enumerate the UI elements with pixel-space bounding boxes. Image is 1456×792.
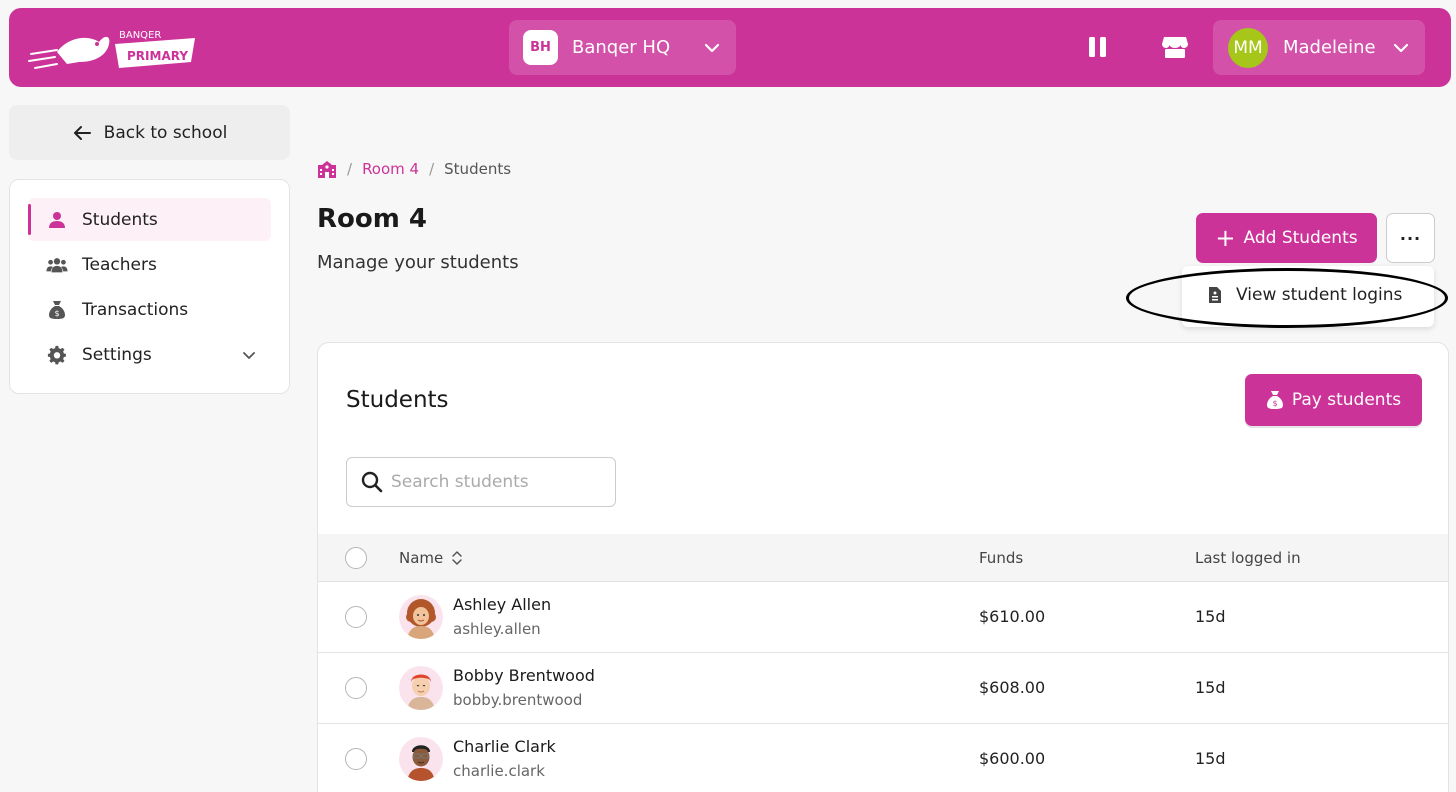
store-icon xyxy=(1162,37,1188,58)
page-title: Room 4 xyxy=(317,204,427,234)
student-funds: $610.00 xyxy=(979,607,1046,626)
back-label: Back to school xyxy=(103,122,228,143)
sort-icon xyxy=(452,551,463,565)
funds-column-header: Funds xyxy=(979,549,1024,567)
student-last-login: 15d xyxy=(1195,749,1226,768)
sidebar-item-label: Teachers xyxy=(82,254,157,275)
user-menu[interactable]: MM Madeleine xyxy=(1213,20,1425,75)
more-options-button[interactable]: ··· xyxy=(1386,213,1435,263)
back-to-school-button[interactable]: Back to school xyxy=(9,105,290,160)
student-name: Ashley Allen xyxy=(453,595,552,614)
menu-item-label: View student logins xyxy=(1236,285,1403,305)
svg-text:PRIMARY: PRIMARY xyxy=(127,49,188,63)
sidebar-item-label: Students xyxy=(82,209,158,230)
chevron-down-icon xyxy=(1393,43,1409,52)
student-username: ashley.allen xyxy=(453,620,541,638)
top-bar: BANQER PRIMARY BH Banqer HQ MM Madeleine xyxy=(9,8,1451,87)
avatar xyxy=(399,595,443,639)
card-title: Students xyxy=(346,387,449,413)
pause-button[interactable] xyxy=(1083,32,1113,62)
ellipsis-icon: ··· xyxy=(1399,228,1422,248)
avatar: MM xyxy=(1228,27,1268,68)
sidebar-item-teachers[interactable]: Teachers xyxy=(28,243,271,286)
more-options-menu: View student logins xyxy=(1182,266,1434,327)
svg-text:BANQER: BANQER xyxy=(119,30,161,41)
pay-students-label: Pay students xyxy=(1291,390,1402,410)
search-icon xyxy=(361,471,383,493)
pay-students-button[interactable]: $ Pay students xyxy=(1245,374,1422,426)
school-icon[interactable] xyxy=(317,160,337,178)
students-table: Name Funds Last logged in Ashley Allen a… xyxy=(318,534,1448,792)
breadcrumb-separator: / xyxy=(429,160,435,178)
plus-icon: + xyxy=(1215,224,1236,252)
money-bag-icon: $ xyxy=(46,299,68,321)
user-name: Madeleine xyxy=(1283,37,1376,58)
table-row[interactable]: Bobby Brentwood bobby.brentwood $608.00 … xyxy=(318,653,1448,724)
view-student-logins-menu-item[interactable]: View student logins xyxy=(1208,285,1402,305)
breadcrumb-room-link[interactable]: Room 4 xyxy=(362,160,419,178)
search-box xyxy=(346,457,616,507)
student-funds: $608.00 xyxy=(979,678,1046,697)
sidebar-item-label: Settings xyxy=(82,344,152,365)
school-badge: BH xyxy=(523,30,558,65)
user-icon xyxy=(46,209,68,231)
money-bag-icon: $ xyxy=(1266,391,1283,409)
breadcrumb-current: Students xyxy=(444,160,512,178)
last-login-column-header: Last logged in xyxy=(1195,549,1301,567)
gear-icon xyxy=(46,344,68,366)
student-funds: $600.00 xyxy=(979,749,1046,768)
table-row[interactable]: Charlie Clark charlie.clark $600.00 15d xyxy=(318,724,1448,792)
student-last-login: 15d xyxy=(1195,607,1226,626)
breadcrumb-separator: / xyxy=(347,160,353,178)
student-name: Charlie Clark xyxy=(453,737,556,756)
store-button[interactable] xyxy=(1159,32,1191,62)
page-subtitle: Manage your students xyxy=(317,252,519,273)
banqer-primary-logo[interactable]: BANQER PRIMARY xyxy=(27,24,207,74)
school-switcher[interactable]: BH Banqer HQ xyxy=(509,20,736,75)
arrow-left-icon xyxy=(73,125,91,140)
student-username: charlie.clark xyxy=(453,762,545,780)
breadcrumb: / Room 4 / Students xyxy=(317,160,511,178)
table-row[interactable]: Ashley Allen ashley.allen $610.00 15d xyxy=(318,582,1448,653)
sidebar-item-students[interactable]: Students xyxy=(28,198,271,241)
document-icon xyxy=(1209,287,1221,303)
school-name: Banqer HQ xyxy=(572,37,671,58)
students-card: Students $ Pay students Name Funds Last … xyxy=(317,342,1449,792)
student-last-login: 15d xyxy=(1195,678,1226,697)
add-students-label: Add Students xyxy=(1243,228,1358,248)
svg-text:$: $ xyxy=(1272,399,1277,408)
chevron-down-icon xyxy=(243,351,255,359)
select-all-checkbox[interactable] xyxy=(345,547,367,569)
sidebar-item-label: Transactions xyxy=(82,299,189,320)
column-label: Name xyxy=(399,549,444,567)
table-header: Name Funds Last logged in xyxy=(318,534,1448,582)
row-checkbox[interactable] xyxy=(345,748,367,770)
svg-text:$: $ xyxy=(54,309,59,318)
row-checkbox[interactable] xyxy=(345,677,367,699)
name-column-header[interactable]: Name xyxy=(399,549,463,567)
row-checkbox[interactable] xyxy=(345,606,367,628)
avatar xyxy=(399,737,443,781)
sidebar-nav: Students Teachers $ Transactions Setting… xyxy=(9,179,290,394)
sidebar-item-transactions[interactable]: $ Transactions xyxy=(28,288,271,331)
add-students-button[interactable]: + Add Students xyxy=(1196,213,1377,263)
student-name: Bobby Brentwood xyxy=(453,666,595,685)
search-input[interactable] xyxy=(391,472,601,492)
avatar xyxy=(399,666,443,710)
pause-icon xyxy=(1089,37,1106,57)
users-icon xyxy=(46,254,68,276)
chevron-down-icon xyxy=(704,43,720,52)
student-username: bobby.brentwood xyxy=(453,691,583,709)
sidebar-item-settings[interactable]: Settings xyxy=(28,333,271,376)
